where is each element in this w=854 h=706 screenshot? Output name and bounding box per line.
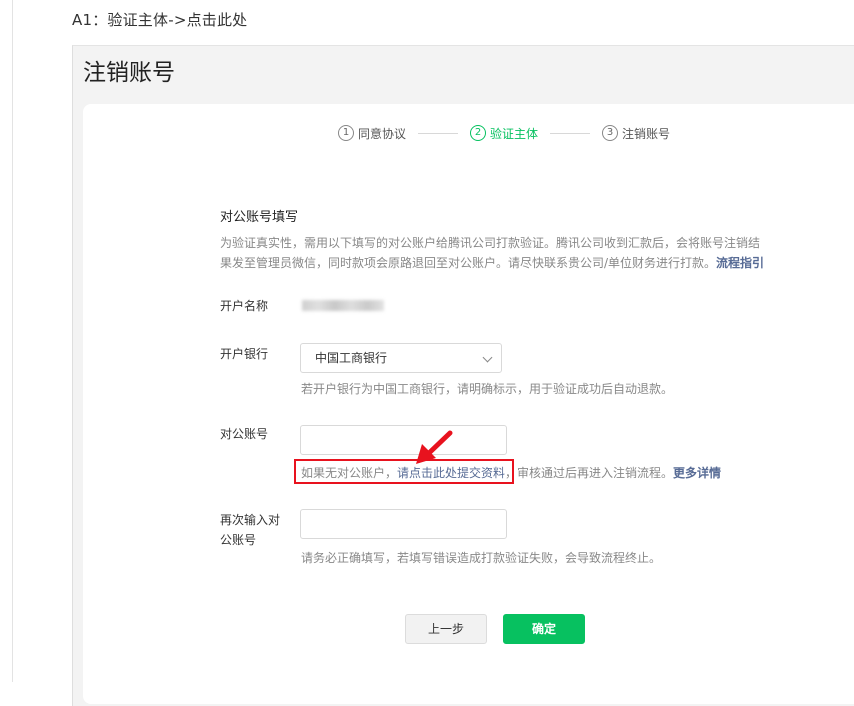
bank-select-value: 中国工商银行 [315,351,388,365]
step-label: 验证主体 [490,126,539,141]
step-indicator: 1 同意协议 2 验证主体 3 注销账号 [338,124,670,142]
step-number: 3 [602,125,619,141]
confirm-account-input[interactable] [300,509,507,539]
account-name-label: 开户名称 [220,299,269,313]
step-connector [418,132,459,134]
step-verify: 2 验证主体 [470,125,538,142]
section-description: 为验证真实性，需用以下填写的对公账户给腾讯公司打款验证。腾讯公司收到汇款后，会将… [220,233,775,273]
bank-label: 开户银行 [220,347,269,361]
account-hint-middle: ，审核通过后再进入注销流程。 [505,466,674,480]
chevron-down-icon [482,352,493,363]
bank-hint: 若开户银行为中国工商银行，请明确标示，用于验证成功后自动退款。 [301,382,674,396]
step-connector [550,132,591,134]
step-number: 2 [470,125,487,141]
confirm-button[interactable]: 确定 [503,614,585,644]
account-number-label: 对公账号 [220,427,269,441]
confirm-account-label: 再次输入对 公账号 [220,510,280,550]
description-line-2: 果发至管理员微信，同时款项会原路退回至对公账户。请尽快联系贵公司/单位财务进行打… [220,253,775,273]
annotation-arrow-icon [416,430,453,464]
confirm-hint: 请务必正确填写，若填写错误造成打款验证失败，会导致流程终止。 [301,551,662,565]
page-title: 注销账号 [83,60,175,86]
confirm-label-line: 再次输入对 [220,513,281,527]
description-line: 为验证真实性，需用以下填写的对公账户给腾讯公司打款验证。腾讯公司收到汇款后，会将… [220,236,761,250]
prev-step-button[interactable]: 上一步 [405,614,487,644]
account-name-value-blurred [302,300,384,311]
step-number: 1 [338,125,354,141]
bank-select[interactable]: 中国工商银行 [300,343,502,373]
section-title: 对公账号填写 [220,210,299,225]
step-cancel: 3 注销账号 [602,125,670,142]
left-divider [12,0,13,682]
more-details-link[interactable]: 更多详情 [673,466,721,480]
process-guide-link[interactable]: 流程指引 [716,256,764,270]
step-label: 同意协议 [358,126,407,141]
account-number-input[interactable] [300,425,507,455]
description-text: 果发至管理员微信，同时款项会原路退回至对公账户。请尽快联系贵公司/单位财务进行打… [220,256,717,270]
screenshot-caption: A1：验证主体->点击此处 [72,11,248,29]
annotation-highlight-box [294,459,514,484]
step-agree: 1 同意协议 [338,125,406,142]
step-label: 注销账号 [622,126,671,141]
confirm-label-line-2: 公账号 [220,533,257,547]
